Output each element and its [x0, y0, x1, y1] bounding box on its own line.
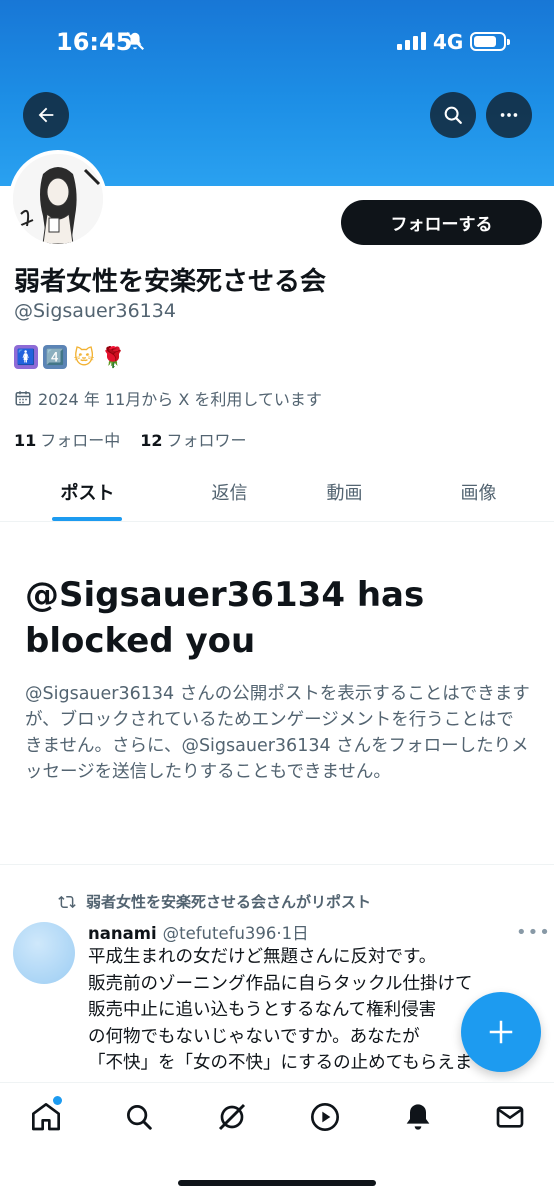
tab-posts[interactable]: ポスト [30, 462, 145, 522]
tweet-author-name[interactable]: nanami [88, 924, 157, 943]
following-link[interactable]: 11 フォロー中 [14, 427, 120, 451]
active-tab-indicator [52, 517, 122, 521]
nav-messages[interactable] [490, 1097, 530, 1137]
blocked-message: @Sigsauer36134 さんの公開ポストを表示することはできますが、ブロッ… [25, 684, 530, 782]
grok-icon [218, 1103, 246, 1131]
calendar-icon [15, 391, 31, 406]
tab-replies[interactable]: 返信 [172, 462, 287, 522]
bio-emoji-cat: 🐱 [73, 345, 95, 369]
follow-stats: 11 フォロー中 12 フォロワー [14, 427, 247, 451]
tweet-line: 平成生まれの女だけど無題さんに反対です。 [88, 947, 437, 967]
plus-icon [489, 1020, 513, 1044]
bio-emoji-womens-room: 🚺 [14, 345, 38, 369]
network-type: 4G [433, 30, 464, 54]
blocked-title: @Sigsauer36134 has blocked you [25, 575, 425, 661]
following-count: 11 [14, 431, 37, 450]
more-button[interactable] [486, 92, 532, 138]
tab-videos[interactable]: 動画 [287, 462, 402, 522]
more-horizontal-icon [500, 113, 518, 117]
profile-bio: 🚺 4️⃣ 🐱 🌹 [14, 345, 125, 369]
search-button[interactable] [430, 92, 476, 138]
profile-handle: @Sigsauer36134 [14, 300, 176, 322]
tweet-line: 販売前のゾーニング作品に自らタックル仕掛けて [88, 973, 473, 994]
tweet-time[interactable]: ·1日 [276, 924, 308, 943]
repost-label[interactable]: 弱者女性を安楽死させる会さんがリポスト [86, 891, 371, 912]
follow-button[interactable]: フォローする [341, 200, 542, 245]
signal-icon [397, 32, 426, 50]
notification-dot [53, 1096, 62, 1105]
tweet-author-handle[interactable]: @tefutefu396 [163, 924, 277, 943]
play-circle-icon [311, 1103, 339, 1131]
bio-emoji-keycap-four: 4️⃣ [43, 345, 67, 369]
nav-notifications[interactable] [398, 1097, 438, 1137]
repost-indicator: 弱者女性を安楽死させる会さんがリポスト [58, 891, 371, 912]
arrow-left-icon [38, 107, 54, 123]
compose-button[interactable] [461, 992, 541, 1072]
bio-emoji-rose: 🌹 [100, 345, 126, 369]
status-bar: 16:45 4G [0, 0, 554, 84]
repost-icon [58, 895, 76, 908]
followers-label: フォロワー [166, 431, 247, 450]
following-label: フォロー中 [40, 431, 121, 450]
joined-date: 2024 年 11月から X を利用しています [14, 386, 322, 410]
bell-icon [406, 1104, 430, 1130]
profile-display-name: 弱者女性を安楽死させる会 [14, 267, 327, 297]
divider [0, 864, 554, 865]
bell-off-icon [124, 30, 146, 56]
home-icon [32, 1103, 60, 1131]
nav-video[interactable] [305, 1097, 345, 1137]
profile-tabs: ポスト 返信 動画 画像 [0, 462, 554, 522]
tweet-header: nanami @tefutefu396·1日 [88, 920, 309, 944]
back-button[interactable] [23, 92, 69, 138]
tweet-author-avatar[interactable] [13, 922, 75, 984]
nav-explore[interactable] [119, 1097, 159, 1137]
battery-icon [470, 32, 510, 51]
tweet-more-icon[interactable]: ••• [516, 922, 551, 943]
followers-link[interactable]: 12 フォロワー [140, 427, 246, 451]
search-icon [127, 1105, 152, 1130]
search-icon [444, 106, 462, 124]
profile-avatar[interactable] [9, 150, 107, 248]
followers-count: 12 [140, 431, 163, 450]
nav-grok[interactable] [212, 1097, 252, 1137]
mail-icon [496, 1106, 524, 1128]
home-indicator[interactable] [178, 1180, 376, 1186]
tab-images[interactable]: 画像 [421, 462, 536, 522]
joined-text: 2024 年 11月から X を利用しています [38, 390, 322, 409]
status-time: 16:45 [56, 28, 133, 56]
